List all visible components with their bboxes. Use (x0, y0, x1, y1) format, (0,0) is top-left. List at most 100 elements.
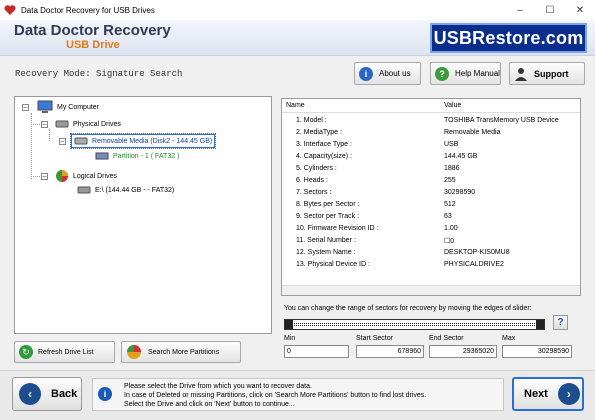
table-row: 8. Bytes per Sector : 512 (282, 199, 580, 211)
min-label: Min (284, 335, 296, 342)
slider-end-handle[interactable] (536, 320, 544, 329)
back-label: Back (51, 388, 78, 400)
end-sector-label: End Sector (429, 335, 464, 342)
drive-icon (77, 186, 91, 194)
tree-node-my-computer[interactable]: My Computer (37, 100, 99, 114)
table-row: 10. Firmware Revision ID : 1.00 (282, 223, 580, 235)
tree-label-physical-drives: Physical Drives (73, 120, 121, 128)
tree-node-logical-drives[interactable]: Logical Drives (55, 169, 117, 183)
hard-drive-icon (55, 120, 69, 128)
back-button[interactable]: ‹ Back (12, 377, 82, 411)
instruction-line-3: Select the Drive and click on 'Next' but… (124, 401, 295, 408)
row-name: 11. Serial Number : (296, 237, 356, 244)
row-value: 255 (444, 177, 456, 184)
info-icon: i (98, 387, 112, 401)
maximize-button[interactable]: ☐ (535, 0, 565, 20)
usb-drive-icon (74, 137, 88, 145)
end-sector-field[interactable]: 29365020 (429, 345, 497, 358)
refresh-icon: ↻ (19, 345, 33, 359)
tree-label-logical-drive-e: E:\ (144.44 GB - - FAT32) (95, 186, 175, 194)
sector-range-panel: You can change the range of sectors for … (281, 303, 581, 363)
column-header-value: Value (444, 102, 462, 109)
tree-node-logical-drive-e[interactable]: E:\ (144.44 GB - - FAT32) (77, 186, 174, 194)
computer-icon (37, 100, 53, 113)
partition-icon (95, 152, 109, 160)
support-button[interactable]: Support (509, 62, 585, 85)
row-value: Removable Media (444, 129, 501, 136)
row-value: 30298590 (444, 189, 476, 196)
usbrestore-logo: USBRestore.com (430, 23, 587, 53)
row-name: 3. Interface Type : (296, 141, 352, 148)
refresh-label: Refresh Drive List (38, 348, 94, 356)
tree-node-removable-media[interactable]: Removable Media (Disk2 - 144.45 GB) (69, 133, 217, 149)
table-row: 6. Heads : 255 (282, 175, 580, 187)
row-name: 7. Sectors : (296, 189, 332, 196)
search-more-partitions-button[interactable]: Search More Partitions (121, 341, 241, 363)
collapse-logical-toggle[interactable]: – (41, 173, 48, 180)
mode-bar: Recovery Mode: Signature Search (0, 57, 595, 90)
horizontal-scrollbar[interactable] (282, 285, 580, 295)
row-name: 5. Cylinders : (296, 165, 337, 172)
row-value: DESKTOP-KIS0MU8 (444, 249, 510, 256)
collapse-root-toggle[interactable]: – (22, 104, 29, 111)
row-name: 12. System Name : (296, 249, 356, 256)
sector-range-hint: You can change the range of sectors for … (284, 305, 532, 312)
search-partitions-icon (127, 345, 141, 359)
instruction-line-2: In case of Deleted or missing Partitions… (124, 392, 427, 399)
row-value: 1.00 (444, 225, 458, 232)
row-value: 63 (444, 213, 452, 220)
max-sector-field: 30298590 (502, 345, 572, 358)
column-header-name: Name (286, 102, 305, 109)
start-sector-label: Start Sector (356, 335, 393, 342)
slider-start-handle[interactable] (285, 320, 293, 329)
minimize-button[interactable]: – (505, 0, 535, 20)
refresh-drive-list-button[interactable]: ↻ Refresh Drive List (14, 341, 115, 363)
table-header: Name Value (282, 99, 580, 113)
window-controls: – ☐ ✕ (505, 0, 595, 20)
tree-node-partition-1[interactable]: Partition - 1 ( FAT32 ) (95, 152, 179, 160)
header-banner: Data Doctor Recovery USB Drive USBRestor… (0, 20, 595, 56)
row-value: USB (444, 141, 459, 148)
row-name: 4. Capacity(size) : (296, 153, 353, 160)
app-heart-icon (4, 5, 16, 15)
table-row: 11. Serial Number : ☐0 (282, 235, 580, 247)
slider-track (294, 323, 535, 326)
close-button[interactable]: ✕ (565, 0, 595, 20)
support-person-icon (515, 67, 527, 81)
collapse-physical-toggle[interactable]: – (41, 121, 48, 128)
table-row: 12. System Name : DESKTOP-KIS0MU8 (282, 247, 580, 259)
window-title: Data Doctor Recovery for USB Drives (21, 5, 155, 15)
drive-tree[interactable]: – My Computer – Physical Drives – Remova… (14, 96, 272, 334)
table-row: 4. Capacity(size) : 144.45 GB (282, 151, 580, 163)
table-row: 1. Model : TOSHIBA TransMemory USB Device (282, 115, 580, 127)
instruction-line-1: Please select the Drive from which you w… (124, 383, 312, 390)
next-arrow-icon: › (557, 383, 580, 405)
min-sector-field: 0 (284, 345, 349, 358)
table-row: 5. Cylinders : 1886 (282, 163, 580, 175)
start-sector-field[interactable]: 678960 (356, 345, 424, 358)
tree-node-physical-drives[interactable]: Physical Drives (55, 119, 121, 129)
row-value: 144.45 GB (444, 153, 478, 160)
search-more-label: Search More Partitions (148, 348, 220, 356)
instructions-box: i Please select the Drive from which you… (92, 378, 504, 411)
row-name: 2. MediaType : (296, 129, 342, 136)
help-manual-label: Help Manual (455, 69, 500, 78)
product-subtitle: USB Drive (66, 39, 120, 51)
row-name: 6. Heads : (296, 177, 328, 184)
collapse-removable-toggle[interactable]: – (59, 138, 66, 145)
help-manual-button[interactable]: ? Help Manual (430, 62, 501, 85)
product-name: Data Doctor Recovery (14, 22, 171, 39)
max-label: Max (502, 335, 516, 342)
next-button[interactable]: Next › (512, 377, 584, 411)
row-name: 1. Model : (296, 117, 327, 124)
support-label: Support (534, 68, 569, 79)
row-name: 10. Firmware Revision ID : (296, 225, 379, 232)
table-row: 9. Sector per Track : 63 (282, 211, 580, 223)
about-us-button[interactable]: i About us (354, 62, 421, 85)
back-arrow-icon: ‹ (19, 383, 41, 405)
row-name: 9. Sector per Track : (296, 213, 360, 220)
tree-label-logical-drives: Logical Drives (73, 172, 117, 180)
app-window: Data Doctor Recovery for USB Drives – ☐ … (0, 0, 595, 420)
slider-help-button[interactable]: ? (553, 315, 568, 330)
sector-range-slider[interactable] (284, 319, 545, 330)
